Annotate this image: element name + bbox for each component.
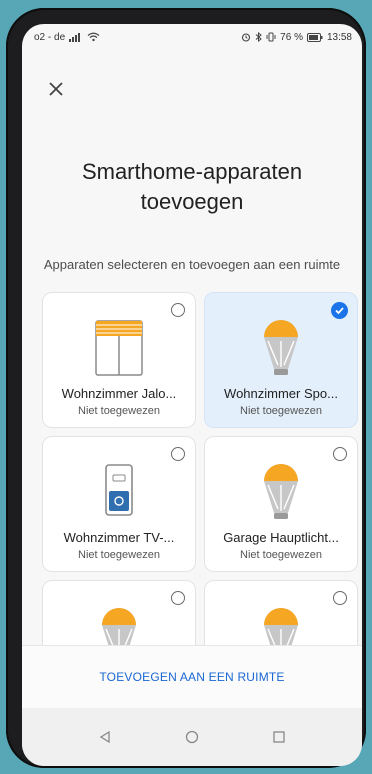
device-card-selected[interactable]: Wohnzimmer Spo... Niet toegewezen xyxy=(204,292,358,428)
selected-checkmark[interactable] xyxy=(331,302,348,319)
status-bar: o2 - de 76 % 13:58 xyxy=(22,24,362,50)
device-status: Niet toegewezen xyxy=(78,405,160,417)
close-icon xyxy=(49,82,63,96)
select-radio[interactable] xyxy=(171,447,185,461)
page-subtitle: Apparaten selecteren en toevoegen aan ee… xyxy=(43,257,341,272)
device-status: Niet toegewezen xyxy=(240,405,322,417)
phone-frame: o2 - de 76 % 13:58 Smarthome-apparaten t… xyxy=(6,8,366,768)
blinds-icon xyxy=(95,320,143,376)
device-status: Niet toegewezen xyxy=(78,549,160,561)
device-card[interactable]: Wohnzimmer TV-... Niet toegewezen xyxy=(42,436,196,572)
device-name: Garage Hauptlicht... xyxy=(223,530,339,545)
select-radio[interactable] xyxy=(333,591,347,605)
vibrate-icon xyxy=(266,32,276,42)
bottom-action-bar: TOEVOEGEN AAN EEN RUIMTE xyxy=(22,645,362,708)
back-icon[interactable] xyxy=(98,730,112,744)
device-card[interactable]: Wohnzimmer Jalo... Niet toegewezen xyxy=(42,292,196,428)
select-radio[interactable] xyxy=(171,591,185,605)
alarm-icon xyxy=(242,33,251,42)
signal-icon xyxy=(69,33,81,42)
switch-icon xyxy=(105,464,133,516)
battery-icon xyxy=(306,32,323,42)
select-radio[interactable] xyxy=(171,303,185,317)
device-name: Wohnzimmer TV-... xyxy=(63,530,175,545)
bulb-icon xyxy=(264,320,298,375)
recents-icon[interactable] xyxy=(272,730,286,744)
device-status: Niet toegewezen xyxy=(240,549,322,561)
clock: 13:58 xyxy=(326,31,352,43)
add-to-room-button[interactable]: TOEVOEGEN AAN EEN RUIMTE xyxy=(99,670,284,684)
system-nav-bar xyxy=(22,708,362,766)
battery-percent: 76 % xyxy=(280,31,303,43)
device-card[interactable]: Garage Hauptlicht... Niet toegewezen xyxy=(204,436,358,572)
wifi-icon xyxy=(87,32,100,42)
select-radio[interactable] xyxy=(333,447,347,461)
device-name: Wohnzimmer Jalo... xyxy=(61,386,177,401)
carrier-label: o2 - de xyxy=(34,31,66,43)
home-icon[interactable] xyxy=(185,730,199,744)
bluetooth-icon xyxy=(255,32,262,42)
close-button[interactable] xyxy=(44,76,68,100)
page-title: Smarthome-apparaten toevoegen xyxy=(81,159,303,214)
device-name: Wohnzimmer Spo... xyxy=(224,386,338,401)
screen: o2 - de 76 % 13:58 Smarthome-apparaten t… xyxy=(22,24,362,766)
check-icon xyxy=(335,307,344,315)
bulb-icon xyxy=(264,464,298,519)
